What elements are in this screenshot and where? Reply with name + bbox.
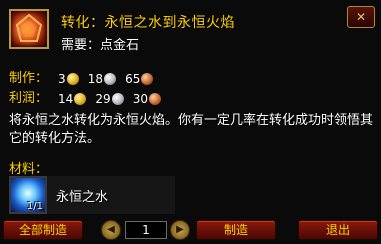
reagent-name: 永恒之水 [56,190,109,205]
profit-label: 利润： [9,91,49,106]
gold-coin-icon [66,72,79,85]
make-cost: 3 18 65 [58,68,157,86]
make-silver-amount: 18 [87,71,104,86]
tradeskill-detail-panel: 转化：永恒之水到永恒火焰 需要：点金石 ✕ 制作： 3 18 65 利润： 14… [0,0,381,244]
reagent-slot[interactable]: 1/1 永恒之水 [9,176,175,214]
gold-coin-icon [74,92,87,105]
copper-coin-icon [149,92,162,105]
copper-coin-icon [141,72,154,85]
arrow-left-icon[interactable]: ◀ [101,220,121,240]
create-all-button[interactable]: 全部制造 [3,220,83,240]
recipe-requirement: 需要：点金石 [61,38,140,53]
make-copper-amount: 65 [125,71,141,86]
profit-copper-amount: 30 [132,91,149,106]
recipe-description: 将永恒之水转化为永恒火焰。你有一定几率在转化成功时领悟其它的转化方法。 [9,113,374,146]
exit-button[interactable]: 退出 [298,220,378,240]
profit-silver-amount: 29 [95,91,111,106]
quantity-input[interactable]: 1 [125,221,167,239]
reagent-count: 1/1 [26,201,43,212]
silver-coin-icon [111,92,124,105]
materials-label: 材料： [9,162,49,177]
make-cost-label: 制作： [9,71,49,86]
recipe-title: 转化：永恒之水到永恒火焰 [61,15,235,31]
silver-coin-icon [104,72,117,85]
create-button[interactable]: 制造 [196,220,276,240]
eternal-fire-icon[interactable] [9,9,49,49]
eternal-water-icon[interactable]: 1/1 [9,176,47,214]
arrow-right-icon[interactable]: ▶ [170,220,190,240]
eternal-fire-graphic [15,13,43,42]
close-icon[interactable]: ✕ [347,6,375,28]
profit-value: 14 29 30 [58,88,165,106]
profit-gold-amount: 14 [58,91,74,106]
make-gold-amount: 3 [58,71,66,86]
